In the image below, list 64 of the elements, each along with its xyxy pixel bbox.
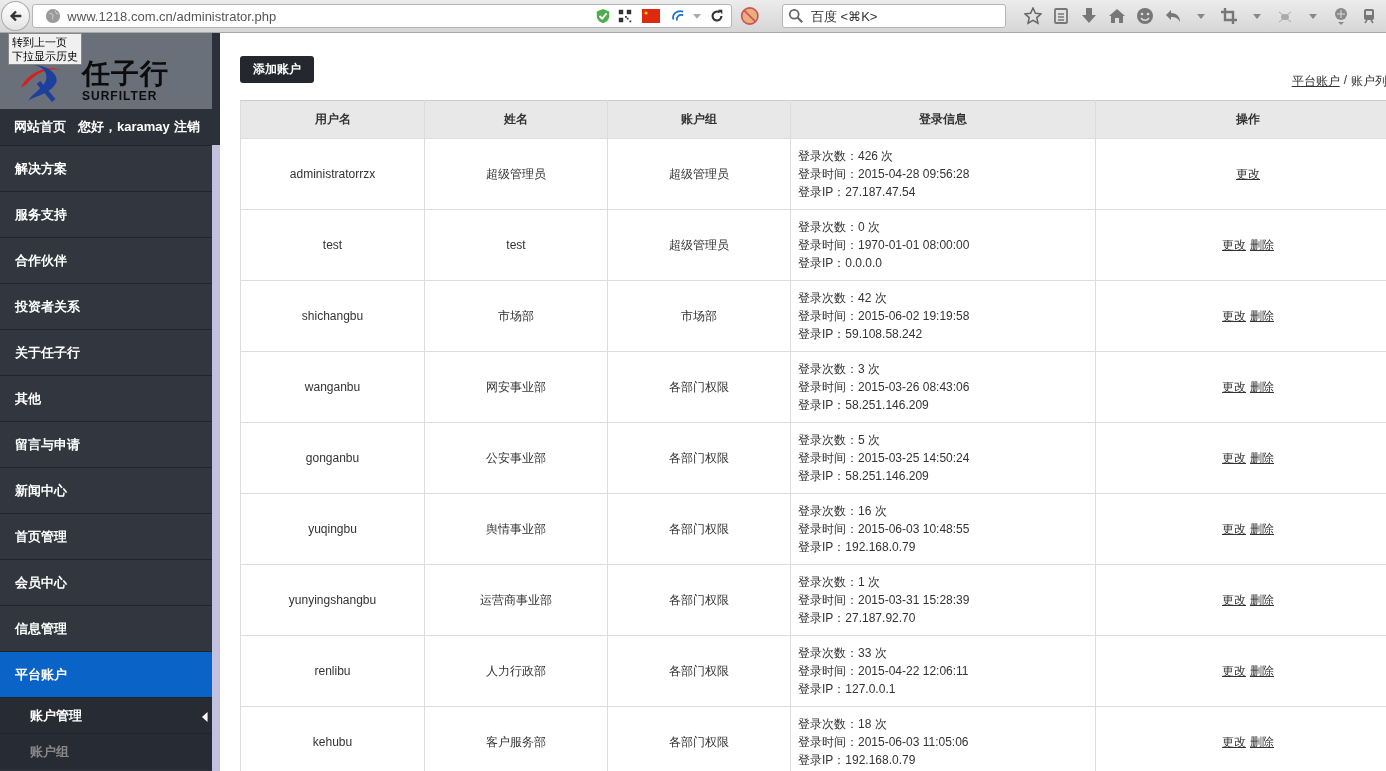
greeting-text: 您好，karamay (78, 118, 170, 136)
name-cell: 公安事业部 (424, 422, 608, 494)
name-cell: 网安事业部 (424, 351, 608, 423)
login-info-text: 登录次数：18 次 (798, 716, 888, 733)
column-header: 登录信息 (790, 100, 1096, 139)
login-info-text: 登录IP：192.168.0.79 (798, 752, 917, 769)
username-cell: gonganbu (240, 422, 425, 494)
login-info-text: 登录次数：0 次 (798, 219, 881, 236)
login-info-text: 登录时间：2015-03-25 14:50:24 (798, 450, 971, 467)
login-info-text: 登录次数：3 次 (798, 361, 881, 378)
login-info-text: 登录IP：59.108.58.242 (798, 326, 924, 343)
login-info-text: 登录时间：2015-04-28 09:56:28 (798, 166, 971, 183)
login-info-text: 登录IP：27.187.47.54 (798, 184, 917, 201)
login-info-text: 登录次数：426 次 (798, 148, 895, 165)
group-cell: 超级管理员 (607, 138, 791, 210)
group-cell: 各部门权限 (607, 351, 791, 423)
group-cell: 超级管理员 (607, 209, 791, 281)
group-cell: 各部门权限 (607, 635, 791, 707)
logo-subtext: SURFILTER (82, 89, 159, 103)
login-info-text: 登录IP：58.251.146.209 (798, 468, 930, 485)
username-cell: yuqingbu (240, 493, 425, 565)
login-info-text: 登录次数：1 次 (798, 574, 881, 591)
login-info-text: 登录IP：0.0.0.0 (798, 255, 884, 272)
column-header: 账户组 (607, 100, 791, 139)
username-cell: yunyingshangbu (240, 564, 425, 636)
login-info-text: 登录次数：5 次 (798, 432, 881, 449)
username-cell: administratorrzx (240, 138, 425, 210)
name-cell: 人力行政部 (424, 635, 608, 707)
username-cell: shichangbu (240, 280, 425, 352)
username-cell: wanganbu (240, 351, 425, 423)
login-info-text: 登录时间：2015-06-03 10:48:55 (798, 521, 971, 538)
login-info-text: 登录时间：2015-06-02 19:19:58 (798, 308, 971, 325)
breadcrumb-separator: / (1343, 73, 1347, 89)
login-info-text: 登录次数：33 次 (798, 645, 888, 662)
column-header: 姓名 (424, 100, 608, 139)
back-button-tooltip: 转到上一页 下拉显示历史 (8, 33, 82, 65)
breadcrumb-current: 账户列 (1351, 73, 1386, 90)
logo-text: 任子行 (82, 59, 169, 89)
login-info-text: 登录IP：27.187.92.70 (798, 610, 917, 627)
name-cell: 运营商事业部 (424, 564, 608, 636)
login-info-text: 登录时间：2015-04-22 12:06:11 (798, 663, 970, 680)
group-cell: 各部门权限 (607, 493, 791, 565)
url-text: www.1218.com.cn/administrator.php (67, 8, 278, 24)
group-cell: 各部门权限 (607, 422, 791, 494)
login-info-text: 登录次数：16 次 (798, 503, 888, 520)
login-info-text: 登录IP：127.0.0.1 (798, 681, 897, 698)
login-info-text: 登录IP：58.251.146.209 (798, 397, 930, 414)
group-cell: 各部门权限 (607, 564, 791, 636)
username-cell: renlibu (240, 635, 425, 707)
column-header: 操作 (1095, 100, 1386, 139)
login-info-text: 登录时间：2015-06-03 11:05:06 (798, 734, 970, 751)
login-info-text: 登录时间：1970-01-01 08:00:00 (798, 237, 971, 254)
login-info-text: 登录时间：2015-03-31 15:28:39 (798, 592, 971, 609)
login-info-text: 登录IP：192.168.0.79 (798, 539, 917, 556)
group-cell: 市场部 (607, 280, 791, 352)
login-info-text: 登录时间：2015-03-26 08:43:06 (798, 379, 971, 396)
username-cell: test (240, 209, 425, 281)
name-cell: 舆情事业部 (424, 493, 608, 565)
login-info-text: 登录次数：42 次 (798, 290, 888, 307)
name-cell: 超级管理员 (424, 138, 608, 210)
name-cell: 市场部 (424, 280, 608, 352)
name-cell: test (424, 209, 608, 281)
username-cell: kehubu (240, 706, 425, 771)
column-header: 用户名 (240, 100, 425, 139)
